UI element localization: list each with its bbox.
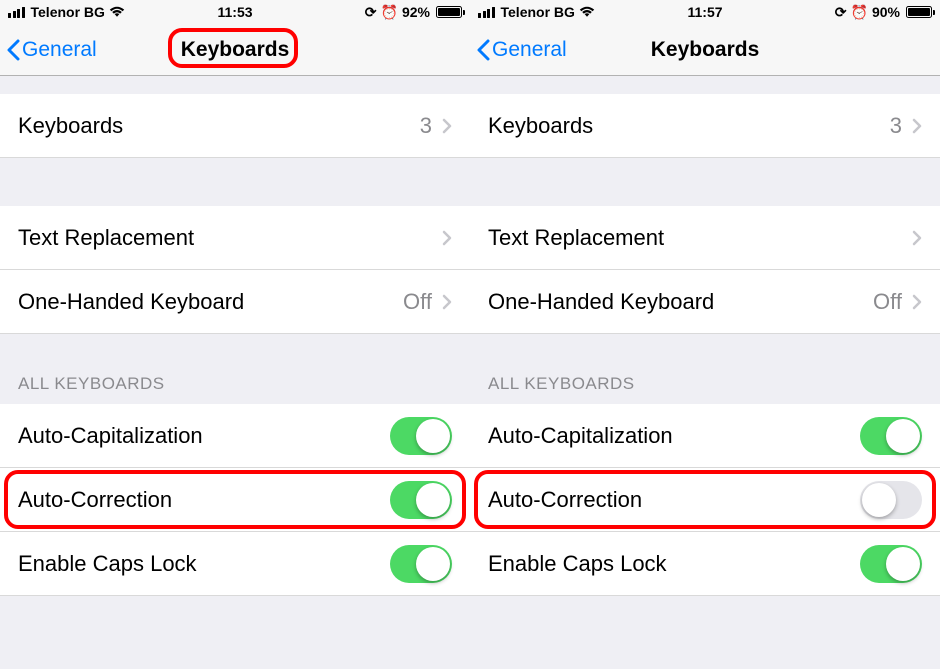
row-value: Off — [403, 289, 432, 315]
section-header: ALL KEYBOARDS — [18, 374, 165, 394]
toggle-auto-correction[interactable] — [860, 481, 922, 519]
row-text-replacement[interactable]: Text Replacement — [0, 206, 470, 270]
row-label: Keyboards — [488, 113, 890, 139]
row-caps-lock: Enable Caps Lock — [470, 532, 940, 596]
row-one-handed[interactable]: One-Handed Keyboard Off — [0, 270, 470, 334]
row-keyboards[interactable]: Keyboards 3 — [470, 94, 940, 158]
row-label: Keyboards — [18, 113, 420, 139]
battery-icon — [906, 6, 932, 18]
signal-icon — [8, 7, 25, 18]
row-value: 3 — [890, 113, 902, 139]
carrier-label: Telenor BG — [31, 4, 105, 20]
row-one-handed[interactable]: One-Handed Keyboard Off — [470, 270, 940, 334]
row-label: One-Handed Keyboard — [18, 289, 403, 315]
wifi-icon — [579, 6, 595, 18]
chevron-right-icon — [912, 230, 922, 246]
row-label: Text Replacement — [18, 225, 442, 251]
row-label: Enable Caps Lock — [18, 551, 390, 577]
back-label: General — [22, 38, 97, 62]
back-label: General — [492, 38, 567, 62]
carrier-label: Telenor BG — [501, 4, 575, 20]
nav-bar: General Keyboards — [470, 24, 940, 76]
toggle-auto-capitalization[interactable] — [860, 417, 922, 455]
chevron-right-icon — [442, 230, 452, 246]
alarm-icon: ⏰ — [381, 4, 398, 21]
wifi-icon — [109, 6, 125, 18]
toggle-caps-lock[interactable] — [390, 545, 452, 583]
phone-right: Telenor BG 11:57 ⟳ ⏰ 90% General Keyboar… — [470, 0, 940, 669]
row-label: Auto-Capitalization — [18, 423, 390, 449]
row-auto-capitalization: Auto-Capitalization — [0, 404, 470, 468]
row-auto-capitalization: Auto-Capitalization — [470, 404, 940, 468]
alarm-icon: ⏰ — [851, 4, 868, 21]
phone-left: Telenor BG 11:53 ⟳ ⏰ 92% General Keyboar… — [0, 0, 470, 669]
row-label: Auto-Correction — [488, 487, 860, 513]
chevron-right-icon — [912, 118, 922, 134]
row-text-replacement[interactable]: Text Replacement — [470, 206, 940, 270]
status-bar: Telenor BG 11:53 ⟳ ⏰ 92% — [0, 0, 470, 24]
clock: 11:53 — [217, 4, 252, 20]
row-caps-lock: Enable Caps Lock — [0, 532, 470, 596]
signal-icon — [478, 7, 495, 18]
row-value: Off — [873, 289, 902, 315]
toggle-caps-lock[interactable] — [860, 545, 922, 583]
back-button[interactable]: General — [470, 38, 567, 62]
clock: 11:57 — [687, 4, 722, 20]
row-auto-correction: Auto-Correction — [470, 468, 940, 532]
row-label: Text Replacement — [488, 225, 912, 251]
chevron-left-icon — [476, 39, 490, 61]
back-button[interactable]: General — [0, 38, 97, 62]
status-bar: Telenor BG 11:57 ⟳ ⏰ 90% — [470, 0, 940, 24]
row-label: One-Handed Keyboard — [488, 289, 873, 315]
battery-icon — [436, 6, 462, 18]
toggle-auto-capitalization[interactable] — [390, 417, 452, 455]
chevron-right-icon — [442, 118, 452, 134]
toggle-auto-correction[interactable] — [390, 481, 452, 519]
row-label: Enable Caps Lock — [488, 551, 860, 577]
chevron-right-icon — [442, 294, 452, 310]
row-value: 3 — [420, 113, 432, 139]
row-auto-correction: Auto-Correction — [0, 468, 470, 532]
row-label: Auto-Capitalization — [488, 423, 860, 449]
rotation-lock-icon: ⟳ — [365, 4, 377, 21]
nav-bar: General Keyboards — [0, 24, 470, 76]
row-label: Auto-Correction — [18, 487, 390, 513]
chevron-left-icon — [6, 39, 20, 61]
rotation-lock-icon: ⟳ — [835, 4, 847, 21]
row-keyboards[interactable]: Keyboards 3 — [0, 94, 470, 158]
chevron-right-icon — [912, 294, 922, 310]
battery-pct: 92% — [402, 4, 430, 20]
page-title: Keyboards — [651, 38, 760, 62]
battery-pct: 90% — [872, 4, 900, 20]
section-header: ALL KEYBOARDS — [488, 374, 635, 394]
page-title: Keyboards — [181, 38, 290, 62]
